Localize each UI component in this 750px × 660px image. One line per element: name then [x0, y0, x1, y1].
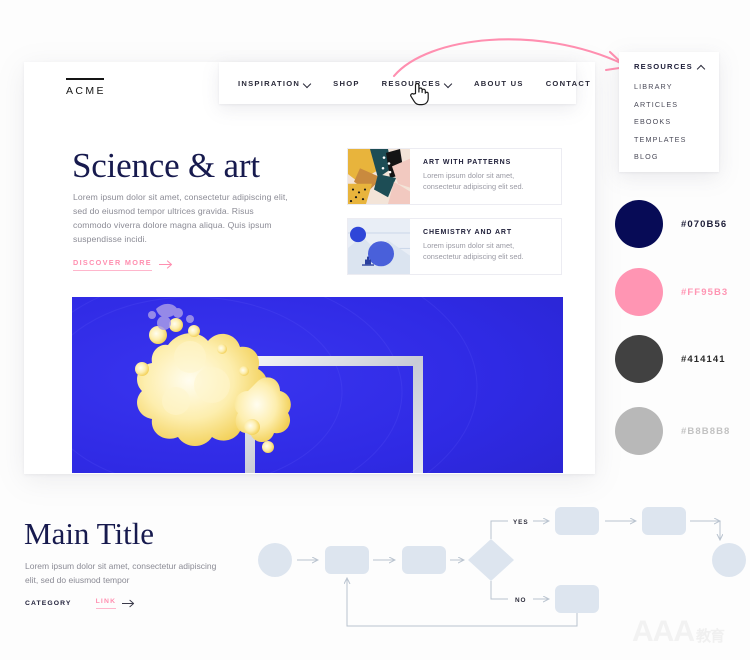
discover-more-label: DISCOVER MORE: [73, 258, 152, 271]
color-swatch-label: #414141: [681, 353, 726, 365]
card-body: ART WITH PATTERNS Lorem ipsum dolor sit …: [410, 149, 561, 204]
section-meta: CATEGORY LINK: [25, 598, 135, 609]
logo-rule: [66, 78, 104, 80]
category-label: CATEGORY: [25, 600, 72, 607]
color-swatch-label: #070B56: [681, 218, 728, 230]
nav-item-label: SHOP: [333, 78, 360, 88]
flow-label-yes: YES: [513, 519, 529, 526]
nav-item-shop[interactable]: SHOP: [333, 79, 360, 88]
card-title: ART WITH PATTERNS: [423, 159, 512, 166]
hero-body-text: Lorem ipsum dolor sit amet, consectetur …: [73, 192, 288, 244]
dropdown-item-library[interactable]: LIBRARY: [634, 82, 719, 91]
section-link-label: LINK: [95, 598, 117, 609]
flow-node-yes-2: [642, 507, 686, 535]
flowchart-diagram: YES NO: [258, 507, 746, 627]
page-root: ACME INSPIRATION SHOP RESOURCES ABOUT US…: [0, 0, 750, 660]
dropdown-item-ebooks[interactable]: EBOOKS: [634, 117, 719, 126]
flow-node-end: [712, 543, 746, 577]
section-link[interactable]: LINK: [95, 598, 136, 609]
hero-image-artwork: [72, 297, 563, 473]
discover-more-link[interactable]: DISCOVER MORE: [73, 258, 173, 271]
flow-node-start: [258, 543, 292, 577]
nav-item-about-us[interactable]: ABOUT US: [474, 79, 524, 88]
color-swatch[interactable]: [615, 200, 663, 248]
hero-feature-image: [72, 297, 563, 473]
flow-node-process-1: [325, 546, 369, 574]
color-swatch-row-4: #B8B8B8: [615, 407, 730, 455]
color-swatch-row-1: #070B56: [615, 200, 727, 248]
section-title: Main Title: [24, 516, 155, 551]
arrow-right-icon: [158, 260, 172, 269]
nav-item-label: CONTACT: [545, 78, 591, 88]
article-card-art-with-patterns[interactable]: ART WITH PATTERNS Lorem ipsum dolor sit …: [347, 148, 562, 205]
nav-item-contact[interactable]: CONTACT: [546, 79, 591, 88]
flow-node-no-1: [555, 585, 599, 613]
color-swatch[interactable]: [615, 268, 663, 316]
brand-logo[interactable]: ACME: [66, 78, 106, 97]
chevron-up-icon: [698, 63, 705, 70]
chevron-down-icon: [445, 80, 452, 87]
arrow-right-icon: [122, 599, 135, 608]
card-title: CHEMISTRY AND ART: [423, 229, 513, 236]
card-description: Lorem ipsum dolor sit amet, consectetur …: [423, 171, 524, 191]
color-swatch-label: #B8B8B8: [681, 425, 731, 437]
color-swatch-label: #FF95B3: [681, 286, 729, 298]
hand-pointer-cursor: [410, 82, 429, 106]
flow-label-no: NO: [515, 597, 526, 604]
watermark-cjk-text: 教育: [696, 628, 725, 645]
card-thumbnail-image: [348, 219, 410, 274]
article-card-chemistry-and-art[interactable]: CHEMISTRY AND ART Lorem ipsum dolor sit …: [347, 218, 562, 275]
pink-annotation-arrow: [392, 38, 628, 78]
nav-item-inspiration[interactable]: INSPIRATION: [238, 79, 311, 88]
flow-node-process-2: [402, 546, 446, 574]
dropdown-item-articles[interactable]: ARTICLES: [634, 100, 719, 109]
nav-item-label: INSPIRATION: [238, 78, 301, 88]
card-description: Lorem ipsum dolor sit amet, consectetur …: [423, 241, 524, 261]
chevron-down-icon: [304, 80, 311, 87]
dropdown-title[interactable]: RESOURCES: [634, 62, 719, 71]
color-swatch-row-2: #FF95B3: [615, 268, 728, 316]
nav-item-label: ABOUT US: [474, 78, 524, 88]
resources-dropdown-panel: RESOURCES LIBRARY ARTICLES EBOOKS TEMPLA…: [619, 52, 719, 172]
card-body: CHEMISTRY AND ART Lorem ipsum dolor sit …: [410, 219, 561, 274]
dropdown-item-templates[interactable]: TEMPLATES: [634, 135, 719, 144]
color-swatch[interactable]: [615, 407, 663, 455]
logo-text: ACME: [66, 84, 106, 97]
dropdown-item-blog[interactable]: BLOG: [634, 152, 719, 161]
watermark: AAA 教育: [632, 615, 725, 649]
card-thumbnail-image: [348, 149, 410, 204]
color-swatch-row-3: #414141: [615, 335, 726, 383]
section-body-text: Lorem ipsum dolor sit amet, consectetur …: [25, 561, 217, 585]
hero-title: Science & art: [72, 146, 260, 185]
flow-node-decision: [468, 539, 514, 581]
watermark-text: AAA: [632, 615, 695, 648]
color-swatch[interactable]: [615, 335, 663, 383]
flow-node-yes-1: [555, 507, 599, 535]
dropdown-title-label: RESOURCES: [634, 62, 693, 71]
